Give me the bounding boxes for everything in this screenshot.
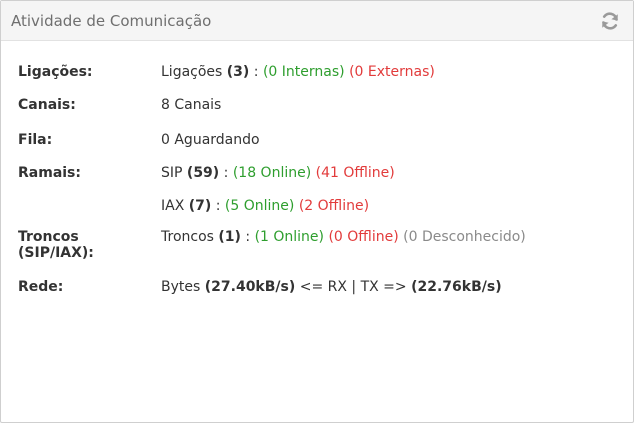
row-ramais-iax: IAX (7) : (5 Online) (2 Offline) bbox=[18, 198, 623, 229]
row-rede: Rede: Bytes (27.40kB/s) <= RX | TX => (2… bbox=[18, 279, 623, 299]
refresh-icon[interactable] bbox=[599, 10, 621, 32]
troncos-online: (1 Online) bbox=[254, 229, 325, 245]
label-canais: Canais: bbox=[18, 97, 76, 113]
label-ramais: Ramais: bbox=[18, 165, 81, 181]
sip-count: (59) bbox=[186, 165, 220, 181]
refresh-icon-glyph bbox=[602, 11, 618, 30]
label-troncos: Troncos (SIP/IAX): bbox=[18, 229, 161, 261]
label-rede: Rede: bbox=[18, 279, 64, 295]
activity-rows: Ligações: Ligações (3) : (0 Internas) (0… bbox=[18, 64, 623, 299]
label-troncos-line1: Troncos bbox=[18, 229, 79, 245]
label-fila: Fila: bbox=[18, 132, 53, 148]
row-troncos: Troncos (SIP/IAX): Troncos (1) : (1 Onli… bbox=[18, 229, 623, 279]
row-ligacoes: Ligações: Ligações (3) : (0 Internas) (0… bbox=[18, 64, 623, 97]
troncos-count: (1) bbox=[218, 229, 241, 245]
label-ligacoes: Ligações: bbox=[18, 64, 93, 80]
sip-sep: : bbox=[223, 165, 229, 181]
panel-title: Atividade de Comunicação bbox=[11, 11, 212, 30]
value-ramais-iax: IAX (7) : (5 Online) (2 Offline) bbox=[161, 198, 369, 215]
ligacoes-text: Ligações bbox=[161, 64, 223, 80]
value-ramais-sip: SIP (59) : (18 Online) (41 Offline) bbox=[161, 165, 395, 182]
panel-header: Atividade de Comunicação bbox=[1, 1, 633, 41]
row-ramais-sip: Ramais: SIP (59) : (18 Online) (41 Offli… bbox=[18, 165, 623, 198]
rede-bytes: Bytes bbox=[161, 279, 201, 295]
iax-sep: : bbox=[215, 198, 221, 214]
troncos-sep: : bbox=[245, 229, 251, 245]
ligacoes-count: (3) bbox=[226, 64, 250, 80]
label-troncos-line2: (SIP/IAX): bbox=[18, 245, 94, 261]
sip-offline: (41 Offline) bbox=[315, 165, 395, 181]
sip-online: (18 Online) bbox=[232, 165, 312, 181]
ligacoes-externas: (0 Externas) bbox=[349, 64, 435, 80]
troncos-offline: (0 Offline) bbox=[328, 229, 399, 245]
value-ligacoes: Ligações (3) : (0 Internas) (0 Externas) bbox=[161, 64, 435, 81]
rede-rx-value: (27.40kB/s) bbox=[204, 279, 296, 295]
row-fila: Fila: 0 Aguardando bbox=[18, 132, 623, 165]
ligacoes-internas: (0 Internas) bbox=[262, 64, 345, 80]
iax-count: (7) bbox=[188, 198, 212, 214]
ligacoes-sep: : bbox=[253, 64, 259, 80]
troncos-text: Troncos bbox=[161, 229, 214, 245]
value-canais: 8 Canais bbox=[161, 97, 222, 113]
sip-text: SIP bbox=[161, 165, 183, 181]
troncos-unknown: (0 Desconhecido) bbox=[403, 229, 526, 245]
communication-activity-panel: Atividade de Comunicação Ligações: Ligaç… bbox=[0, 0, 634, 423]
value-rede: Bytes (27.40kB/s) <= RX | TX => (22.76kB… bbox=[161, 279, 502, 296]
iax-text: IAX bbox=[161, 198, 185, 214]
value-fila: 0 Aguardando bbox=[161, 132, 260, 148]
row-canais: Canais: 8 Canais bbox=[18, 97, 623, 132]
value-troncos: Troncos (1) : (1 Online) (0 Offline) (0 … bbox=[161, 229, 526, 246]
rede-middle: <= RX | TX => bbox=[299, 279, 407, 295]
rede-tx-value: (22.76kB/s) bbox=[411, 279, 502, 295]
iax-online: (5 Online) bbox=[224, 198, 295, 214]
iax-offline: (2 Offline) bbox=[298, 198, 370, 214]
